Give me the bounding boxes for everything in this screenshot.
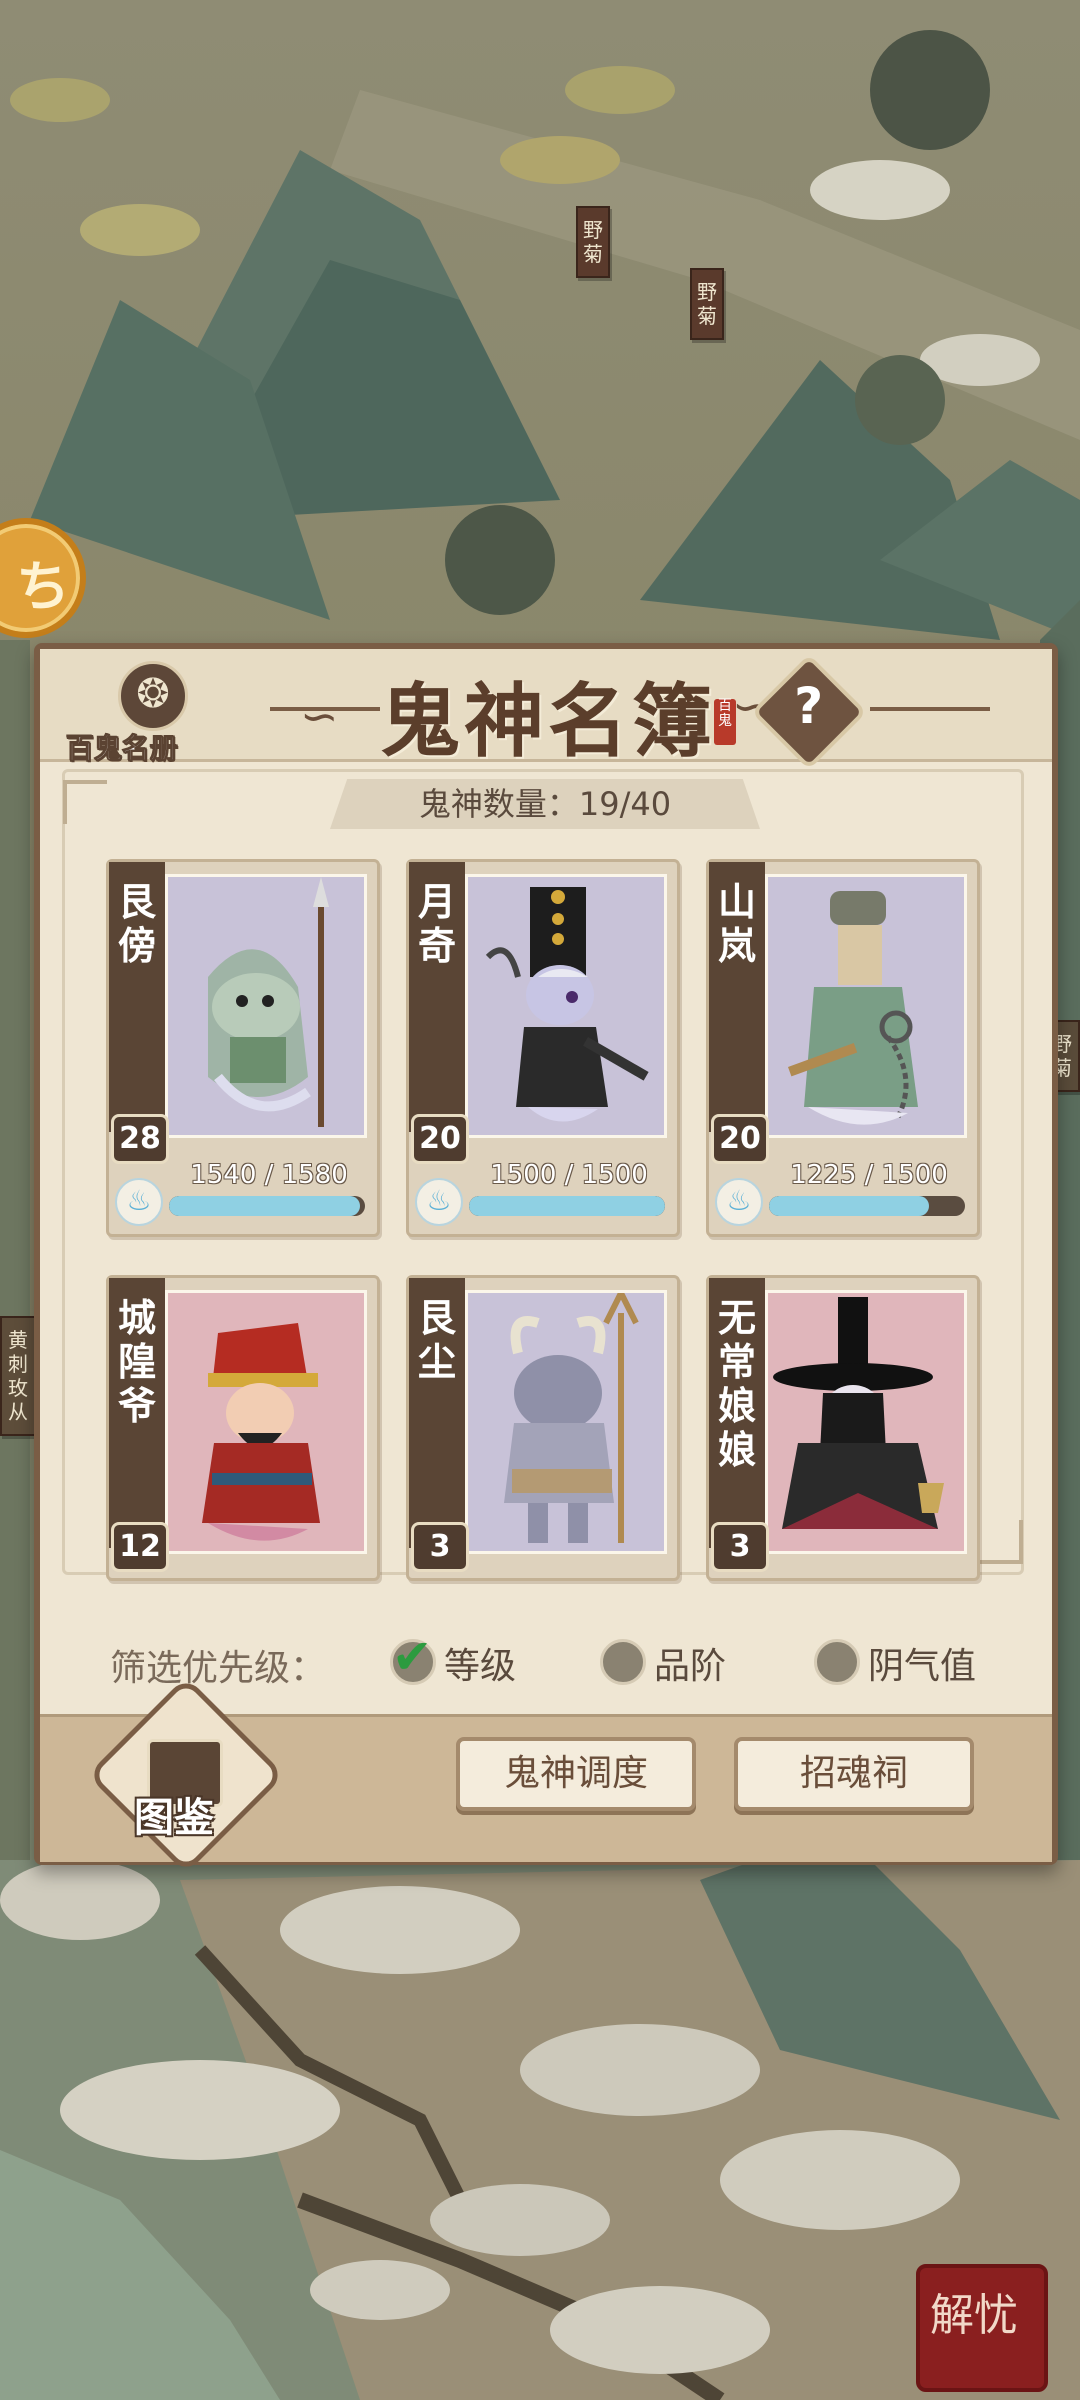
hundred-ghost-roster-button[interactable]: ❂ 百鬼名册 bbox=[64, 657, 224, 766]
ghost-name: 月奇 bbox=[417, 880, 456, 968]
question-icon: ? bbox=[794, 676, 824, 735]
atlas-button-label[interactable]: 图鉴 bbox=[134, 1785, 214, 1843]
ghost-roster-panel: ❂ 百鬼名册 ∽ 鬼神名簿 百鬼 ∽ ? 鬼神数量：19/40 艮傍 28 15… bbox=[34, 643, 1058, 1874]
checkmark-icon: ✔ bbox=[392, 1629, 433, 1685]
ghost-level-badge: 12 bbox=[111, 1522, 169, 1572]
panel-title: 鬼神名簿 bbox=[380, 674, 716, 768]
blue-flame-icon: ♨ bbox=[415, 1178, 463, 1226]
ghost-name: 艮尘 bbox=[417, 1296, 456, 1384]
ghost-name: 艮傍 bbox=[117, 880, 156, 968]
cloud-swirl-left-icon: ∽ bbox=[300, 689, 339, 743]
ghost-level-badge: 3 bbox=[711, 1522, 769, 1572]
ghost-card[interactable]: 无常娘娘 3 bbox=[706, 1275, 980, 1581]
blue-flame-icon: ♨ bbox=[715, 1178, 763, 1226]
ghost-name: 无常娘娘 bbox=[717, 1296, 756, 1472]
ghost-level-badge: 20 bbox=[411, 1114, 469, 1164]
title-decoration-right bbox=[870, 707, 990, 711]
ghost-name: 山岚 bbox=[717, 880, 756, 968]
blue-flame-icon: ♨ bbox=[115, 1178, 163, 1226]
yin-energy-value: 1540 / 1580 bbox=[190, 1160, 348, 1190]
frame-corner bbox=[63, 780, 107, 824]
yin-energy-bar-fill bbox=[169, 1196, 361, 1216]
yin-energy-bar-fill bbox=[769, 1196, 930, 1216]
radio-circle bbox=[814, 1639, 860, 1685]
corner-seal-stamp[interactable]: 解忧 bbox=[916, 2264, 1048, 2392]
ghost-card[interactable]: 山岚 20 1225 / 1500 ♨ bbox=[706, 859, 980, 1237]
roster-button-label: 百鬼名册 bbox=[65, 732, 179, 766]
ghost-card[interactable]: 艮傍 28 1540 / 1580 ♨ bbox=[106, 859, 380, 1237]
frame-corner bbox=[979, 1520, 1023, 1564]
map-sign-rose-bush: 黄刺玫从 bbox=[0, 1316, 36, 1436]
ghost-level-badge: 3 bbox=[411, 1522, 469, 1572]
ghost-portrait bbox=[765, 1290, 967, 1554]
swirl-icon: ❂ bbox=[118, 661, 188, 731]
ghost-portrait bbox=[765, 874, 967, 1138]
ghost-name: 城隍爷 bbox=[117, 1296, 156, 1428]
filter-option-label: 等级 bbox=[444, 1646, 517, 1687]
panel-header: ❂ 百鬼名册 ∽ 鬼神名簿 百鬼 ∽ ? bbox=[40, 649, 1052, 770]
ghost-card[interactable]: 艮尘 3 bbox=[406, 1275, 680, 1581]
ghost-portrait bbox=[165, 874, 367, 1138]
map-sign-wild-chrysanthemum: 野菊 bbox=[690, 268, 724, 340]
ghost-portrait bbox=[465, 874, 667, 1138]
ghost-dispatch-button[interactable]: 鬼神调度 bbox=[456, 1737, 696, 1811]
yin-energy-bar bbox=[469, 1196, 665, 1216]
yin-energy-value: 1500 / 1500 bbox=[490, 1160, 648, 1190]
ghost-portrait bbox=[165, 1290, 367, 1554]
corner-seal-text: 解忧 bbox=[930, 2290, 1018, 2341]
radio-circle bbox=[600, 1639, 646, 1685]
ghost-card[interactable]: 城隍爷 12 bbox=[106, 1275, 380, 1581]
map-sign-wild-chrysanthemum: 野菊 bbox=[576, 206, 610, 278]
ghost-count-label: 鬼神数量：19/40 bbox=[330, 779, 760, 829]
filter-option-label: 品阶 bbox=[654, 1646, 727, 1687]
yin-energy-value: 1225 / 1500 bbox=[790, 1160, 948, 1190]
yin-energy-bar-fill bbox=[469, 1196, 665, 1216]
ghost-card[interactable]: 月奇 20 1500 / 1500 ♨ bbox=[406, 859, 680, 1237]
ghost-level-badge: 28 bbox=[111, 1114, 169, 1164]
filter-priority-label: 筛选优先级： bbox=[110, 1648, 327, 1689]
help-button[interactable]: ? bbox=[751, 654, 867, 770]
yin-energy-bar bbox=[169, 1196, 365, 1216]
filter-option-label: 阴气值 bbox=[868, 1646, 977, 1687]
soul-shrine-button[interactable]: 招魂祠 bbox=[734, 1737, 974, 1811]
ghost-level-badge: 20 bbox=[711, 1114, 769, 1164]
ghost-portrait bbox=[465, 1286, 667, 1554]
yin-energy-bar bbox=[769, 1196, 965, 1216]
